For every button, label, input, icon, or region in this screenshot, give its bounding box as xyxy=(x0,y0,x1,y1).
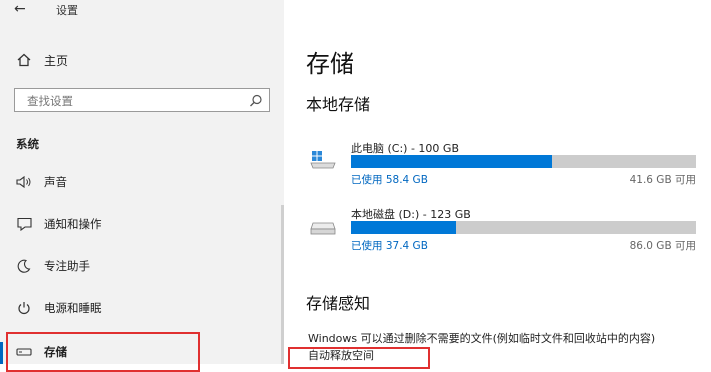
sidebar-item-sound[interactable]: 声音 xyxy=(16,172,67,192)
active-indicator xyxy=(0,342,3,364)
drive-name: 本地磁盘 (D:) - 123 GB xyxy=(351,208,471,221)
windows-drive-icon xyxy=(310,148,336,170)
home-label: 主页 xyxy=(44,53,69,68)
section-label-system: 系统 xyxy=(16,137,39,151)
home-nav-item[interactable]: 主页 xyxy=(16,50,68,70)
search-icon[interactable] xyxy=(249,93,263,107)
drive-usage-bar xyxy=(351,221,696,234)
drive-c[interactable]: 此电脑 (C:) - 100 GB 已使用 58.4 GB 41.6 GB 可用 xyxy=(310,140,700,186)
sidebar-item-notifications[interactable]: 通知和操作 xyxy=(16,214,102,234)
sidebar: ← 设置 主页 查找设置 系统 声音 通知和操作 专注助手 电源和睡眠 存储 xyxy=(0,0,284,372)
back-arrow-icon[interactable]: ← xyxy=(14,0,26,18)
storage-sense-description: Windows 可以通过删除不需要的文件(例如临时文件和回收站中的内容) xyxy=(308,332,656,345)
drive-usage-fill xyxy=(351,221,456,234)
drive-d[interactable]: 本地磁盘 (D:) - 123 GB 已使用 37.4 GB 86.0 GB 可… xyxy=(310,206,700,252)
moon-icon xyxy=(16,258,32,274)
app-title: 设置 xyxy=(56,4,78,17)
home-icon xyxy=(16,52,32,68)
sidebar-item-label: 电源和睡眠 xyxy=(44,301,102,315)
main-content: 存储 本地存储 此电脑 (C:) - 100 GB 已使用 58.4 GB 41… xyxy=(284,0,711,369)
page-title: 存储 xyxy=(306,50,354,78)
sidebar-item-power-sleep[interactable]: 电源和睡眠 xyxy=(16,298,102,318)
sidebar-item-focus-assist[interactable]: 专注助手 xyxy=(16,256,90,276)
drive-usage-fill xyxy=(351,155,553,168)
title-bar: ← 设置 xyxy=(0,0,284,22)
search-input[interactable]: 查找设置 xyxy=(14,88,270,112)
highlight-box xyxy=(288,347,430,369)
drive-name: 此电脑 (C:) - 100 GB xyxy=(351,142,459,155)
sidebar-item-label: 专注助手 xyxy=(44,259,90,273)
drive-free: 86.0 GB 可用 xyxy=(629,240,696,252)
highlight-box xyxy=(6,332,200,372)
sidebar-item-label: 声音 xyxy=(44,175,67,189)
storage-sense-heading: 存储感知 xyxy=(306,294,371,313)
drive-used: 已使用 37.4 GB xyxy=(351,240,428,252)
drive-used: 已使用 58.4 GB xyxy=(351,174,428,186)
power-icon xyxy=(16,300,32,316)
notification-icon xyxy=(16,216,32,232)
speaker-icon xyxy=(16,174,32,190)
drive-free: 41.6 GB 可用 xyxy=(629,174,696,186)
drive-icon xyxy=(310,214,336,236)
search-placeholder: 查找设置 xyxy=(27,94,73,108)
drive-usage-bar xyxy=(351,155,696,168)
sidebar-item-label: 通知和操作 xyxy=(44,217,102,231)
local-storage-heading: 本地存储 xyxy=(306,95,371,114)
